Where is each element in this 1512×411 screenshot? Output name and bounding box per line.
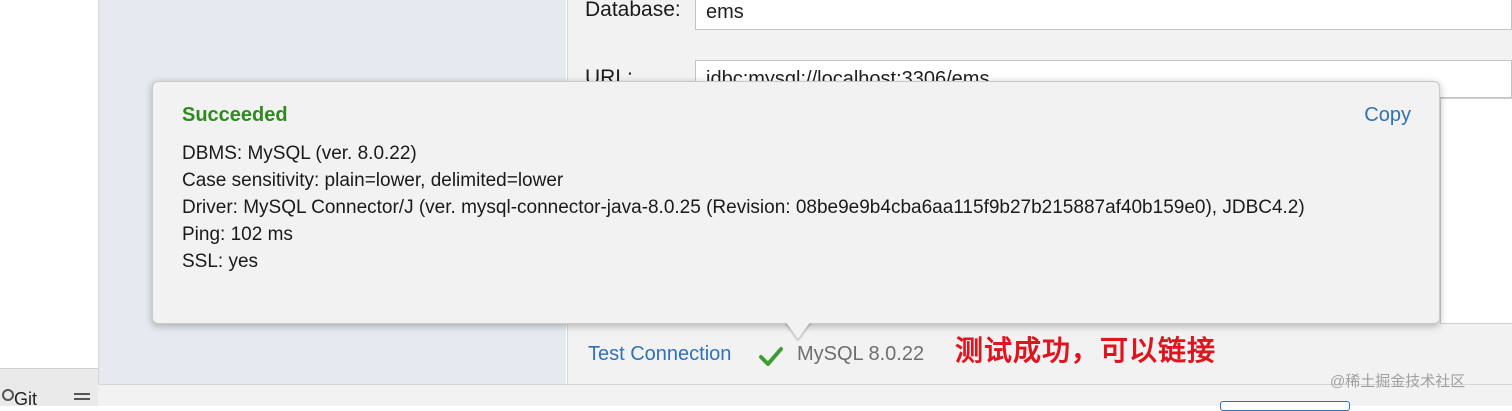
database-label: Database: (585, 0, 681, 21)
detail-line-ssl: SSL: yes (182, 251, 259, 272)
result-title: Succeeded (182, 104, 288, 126)
server-version-label: MySQL 8.0.22 (797, 343, 925, 365)
database-input[interactable]: ems (695, 0, 1512, 30)
ok-button[interactable] (1220, 401, 1350, 411)
annotation-text: 测试成功，可以链接 (955, 334, 1217, 367)
detail-line-driver: Driver: MySQL Connector/J (ver. mysql-co… (182, 197, 1305, 218)
copy-link[interactable]: Copy (1364, 104, 1411, 127)
result-details: DBMS: MySQL (ver. 8.0.22) Case sensitivi… (182, 140, 1422, 275)
list-icon[interactable] (74, 393, 90, 403)
options-panel (1440, 98, 1512, 324)
detail-line-ping: Ping: 102 ms (182, 224, 293, 245)
connection-result-popup: Succeeded Copy DBMS: MySQL (ver. 8.0.22)… (152, 81, 1440, 324)
check-icon (759, 347, 783, 366)
detail-line-case-sensitivity: Case sensitivity: plain=lower, delimited… (182, 170, 564, 191)
git-icon (2, 389, 14, 401)
test-connection-link[interactable]: Test Connection (588, 343, 731, 366)
popup-pointer (785, 321, 811, 339)
project-panel (0, 0, 99, 405)
git-tool-window-tab[interactable]: Git (0, 368, 98, 409)
watermark: @稀土掘金技术社区 (1330, 373, 1466, 390)
git-tab-label: Git (14, 389, 38, 409)
detail-line-dbms: DBMS: MySQL (ver. 8.0.22) (182, 143, 417, 164)
